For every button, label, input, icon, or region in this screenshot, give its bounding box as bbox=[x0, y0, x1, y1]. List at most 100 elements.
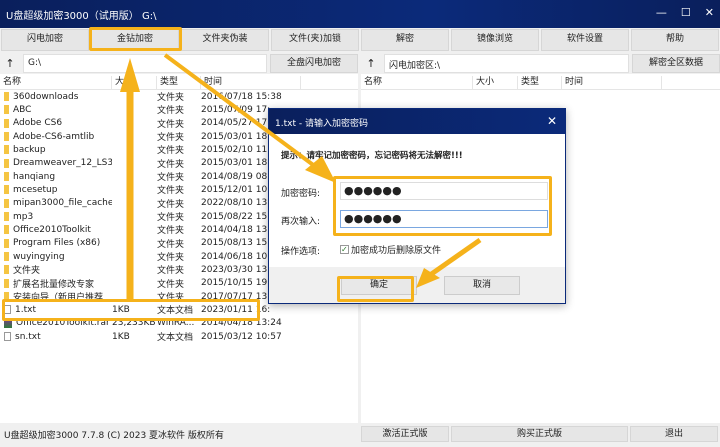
file-name: Dreamweaver_12_LS3 bbox=[12, 158, 112, 169]
col-size[interactable]: 大小 bbox=[112, 76, 157, 89]
window-title: U盘超级加密3000（试用版） G:\ bbox=[6, 11, 157, 22]
delete-original-checkbox[interactable]: ✓ 加密成功后删除原文件 bbox=[340, 243, 441, 256]
folder-disguise-button[interactable]: 文件夹伪装 bbox=[181, 29, 269, 51]
file-name: mp3 bbox=[13, 211, 34, 222]
file-name: mcesetup bbox=[13, 184, 58, 195]
title-bar: U盘超级加密3000（试用版） G:\ — ☐ ✕ bbox=[0, 0, 720, 28]
folder-icon bbox=[4, 225, 9, 235]
help-button[interactable]: 帮助 bbox=[631, 29, 719, 51]
file-type: 文件夹 bbox=[157, 199, 185, 210]
ok-button[interactable]: 确定 bbox=[341, 276, 417, 295]
file-name: 扩展名批量修改专家 bbox=[13, 279, 95, 290]
folder-icon bbox=[4, 185, 9, 195]
col-type[interactable]: 类型 bbox=[157, 76, 201, 89]
file-lock-button[interactable]: 文件(夹)加锁 bbox=[271, 29, 359, 51]
cancel-button[interactable]: 取消 bbox=[444, 276, 520, 295]
col-time[interactable]: 时间 bbox=[201, 76, 301, 89]
col-type[interactable]: 类型 bbox=[518, 76, 562, 89]
folder-icon bbox=[4, 92, 9, 102]
file-type: 文件夹 bbox=[157, 186, 185, 197]
folder-icon bbox=[4, 105, 9, 115]
left-header: 名称 大小 类型 时间 bbox=[0, 76, 358, 90]
password-label: 加密密码: bbox=[281, 189, 321, 199]
file-type: 文件夹 bbox=[157, 159, 185, 170]
password-dialog: 1.txt - 请输入加密密码 ✕ 提示：请牢记加密密码，忘记密码将无法解密!!!… bbox=[268, 108, 566, 304]
full-disk-flash-encrypt-button[interactable]: 全盘闪电加密 bbox=[270, 54, 358, 73]
file-size: 1KB bbox=[112, 304, 130, 315]
file-name: sn.txt bbox=[15, 331, 41, 342]
file-name: backup bbox=[13, 144, 46, 155]
file-type: 文本文档 bbox=[157, 306, 194, 317]
col-size[interactable]: 大小 bbox=[473, 76, 518, 89]
file-time: 2016/07/18 15:38 bbox=[201, 91, 282, 102]
left-path-input[interactable]: G:\ bbox=[23, 54, 267, 73]
file-type: 文件夹 bbox=[157, 253, 185, 264]
file-name: hanqiang bbox=[13, 171, 56, 182]
toolbar: 闪电加密 金钻加密 文件夹伪装 文件(夹)加锁 解密 镜像浏览 软件设置 帮助 bbox=[0, 29, 720, 51]
up-arrow-icon[interactable]: ↑ bbox=[361, 57, 381, 70]
buy-button[interactable]: 购买正式版 bbox=[451, 426, 628, 442]
file-name: 360downloads bbox=[13, 91, 79, 102]
file-name: 文件夹 bbox=[13, 266, 41, 277]
warning-text: 提示：请牢记加密密码，忘记密码将无法解密!!! bbox=[281, 151, 463, 161]
file-type: 文件夹 bbox=[157, 279, 185, 290]
mirror-browse-button[interactable]: 镜像浏览 bbox=[451, 29, 539, 51]
folder-icon bbox=[4, 118, 9, 128]
file-row[interactable]: 360downloads 文件夹 2016/07/18 15:38 bbox=[0, 90, 358, 103]
dialog-close-icon[interactable]: ✕ bbox=[547, 114, 557, 128]
file-time: 2014/04/18 13:24 bbox=[201, 318, 282, 329]
file-type: 文件夹 bbox=[157, 106, 185, 117]
confirm-password-input[interactable]: ●●●●●● bbox=[340, 210, 548, 228]
flash-encrypt-button[interactable]: 闪电加密 bbox=[1, 29, 89, 51]
file-type: 文件夹 bbox=[157, 239, 185, 250]
password-input[interactable]: ●●●●●● bbox=[340, 182, 548, 200]
file-icon bbox=[4, 332, 11, 342]
file-type: 文本文档 bbox=[157, 333, 194, 344]
file-row[interactable]: sn.txt 1KB 文本文档 2015/03/12 10:57 bbox=[0, 330, 358, 343]
file-time: 2023/01/11 16: bbox=[201, 304, 271, 315]
file-name: mipan3000_file_cache bbox=[12, 198, 112, 209]
file-row[interactable]: 1.txt 1KB 文本文档 2023/01/11 16: bbox=[0, 303, 358, 316]
diamond-encrypt-button[interactable]: 金钻加密 bbox=[91, 29, 179, 51]
close-button[interactable]: ✕ bbox=[705, 6, 714, 19]
file-row[interactable]: Office2010Toolkit.rar 23,233KB WinRA... 201… bbox=[0, 317, 358, 330]
dialog-title: 1.txt - 请输入加密密码 bbox=[275, 119, 368, 129]
file-type: 文件夹 bbox=[157, 293, 185, 304]
file-name: 安装向导（新用户推荐 bbox=[13, 293, 104, 304]
file-name: Adobe-CS6-amtlib bbox=[13, 131, 95, 142]
folder-icon bbox=[4, 252, 9, 262]
file-type: 文件夹 bbox=[157, 266, 185, 277]
file-icon bbox=[4, 305, 11, 315]
col-name[interactable]: 名称 bbox=[0, 76, 112, 89]
exit-button[interactable]: 退出 bbox=[630, 426, 718, 442]
col-time[interactable]: 时间 bbox=[562, 76, 662, 89]
decrypt-button[interactable]: 解密 bbox=[361, 29, 449, 51]
file-name: Office2010Toolkit bbox=[13, 224, 91, 235]
file-type: 文件夹 bbox=[157, 119, 185, 130]
file-type: 文件夹 bbox=[157, 133, 185, 144]
col-name[interactable]: 名称 bbox=[361, 76, 473, 89]
up-arrow-icon[interactable]: ↑ bbox=[0, 57, 20, 70]
rar-icon bbox=[4, 318, 12, 328]
folder-icon bbox=[4, 212, 9, 222]
settings-button[interactable]: 软件设置 bbox=[541, 29, 629, 51]
confirm-label: 再次输入: bbox=[281, 217, 321, 227]
minimize-button[interactable]: — bbox=[656, 6, 667, 19]
checkmark-icon: ✓ bbox=[340, 245, 349, 254]
decrypt-all-button[interactable]: 解密全区数据 bbox=[632, 54, 720, 73]
file-name: Office2010Toolkit.rar bbox=[16, 318, 110, 329]
file-size: 23,233KB bbox=[112, 318, 156, 329]
right-path-input[interactable]: 闪电加密区:\ bbox=[384, 54, 629, 73]
options-label: 操作选项: bbox=[281, 247, 321, 257]
file-name: ABC bbox=[13, 104, 32, 115]
file-time: 2015/03/12 10:57 bbox=[201, 331, 282, 342]
copyright-text: U盘超级加密3000 7.7.8 (C) 2023 夏冰软件 版权所有 bbox=[4, 430, 224, 441]
folder-icon bbox=[4, 172, 9, 182]
folder-icon bbox=[4, 238, 9, 248]
file-type: 文件夹 bbox=[157, 226, 185, 237]
activate-button[interactable]: 激活正式版 bbox=[361, 426, 449, 442]
file-name: Adobe CS6 bbox=[13, 118, 63, 129]
folder-icon bbox=[4, 145, 9, 155]
maximize-button[interactable]: ☐ bbox=[681, 6, 691, 19]
folder-icon bbox=[4, 158, 9, 168]
